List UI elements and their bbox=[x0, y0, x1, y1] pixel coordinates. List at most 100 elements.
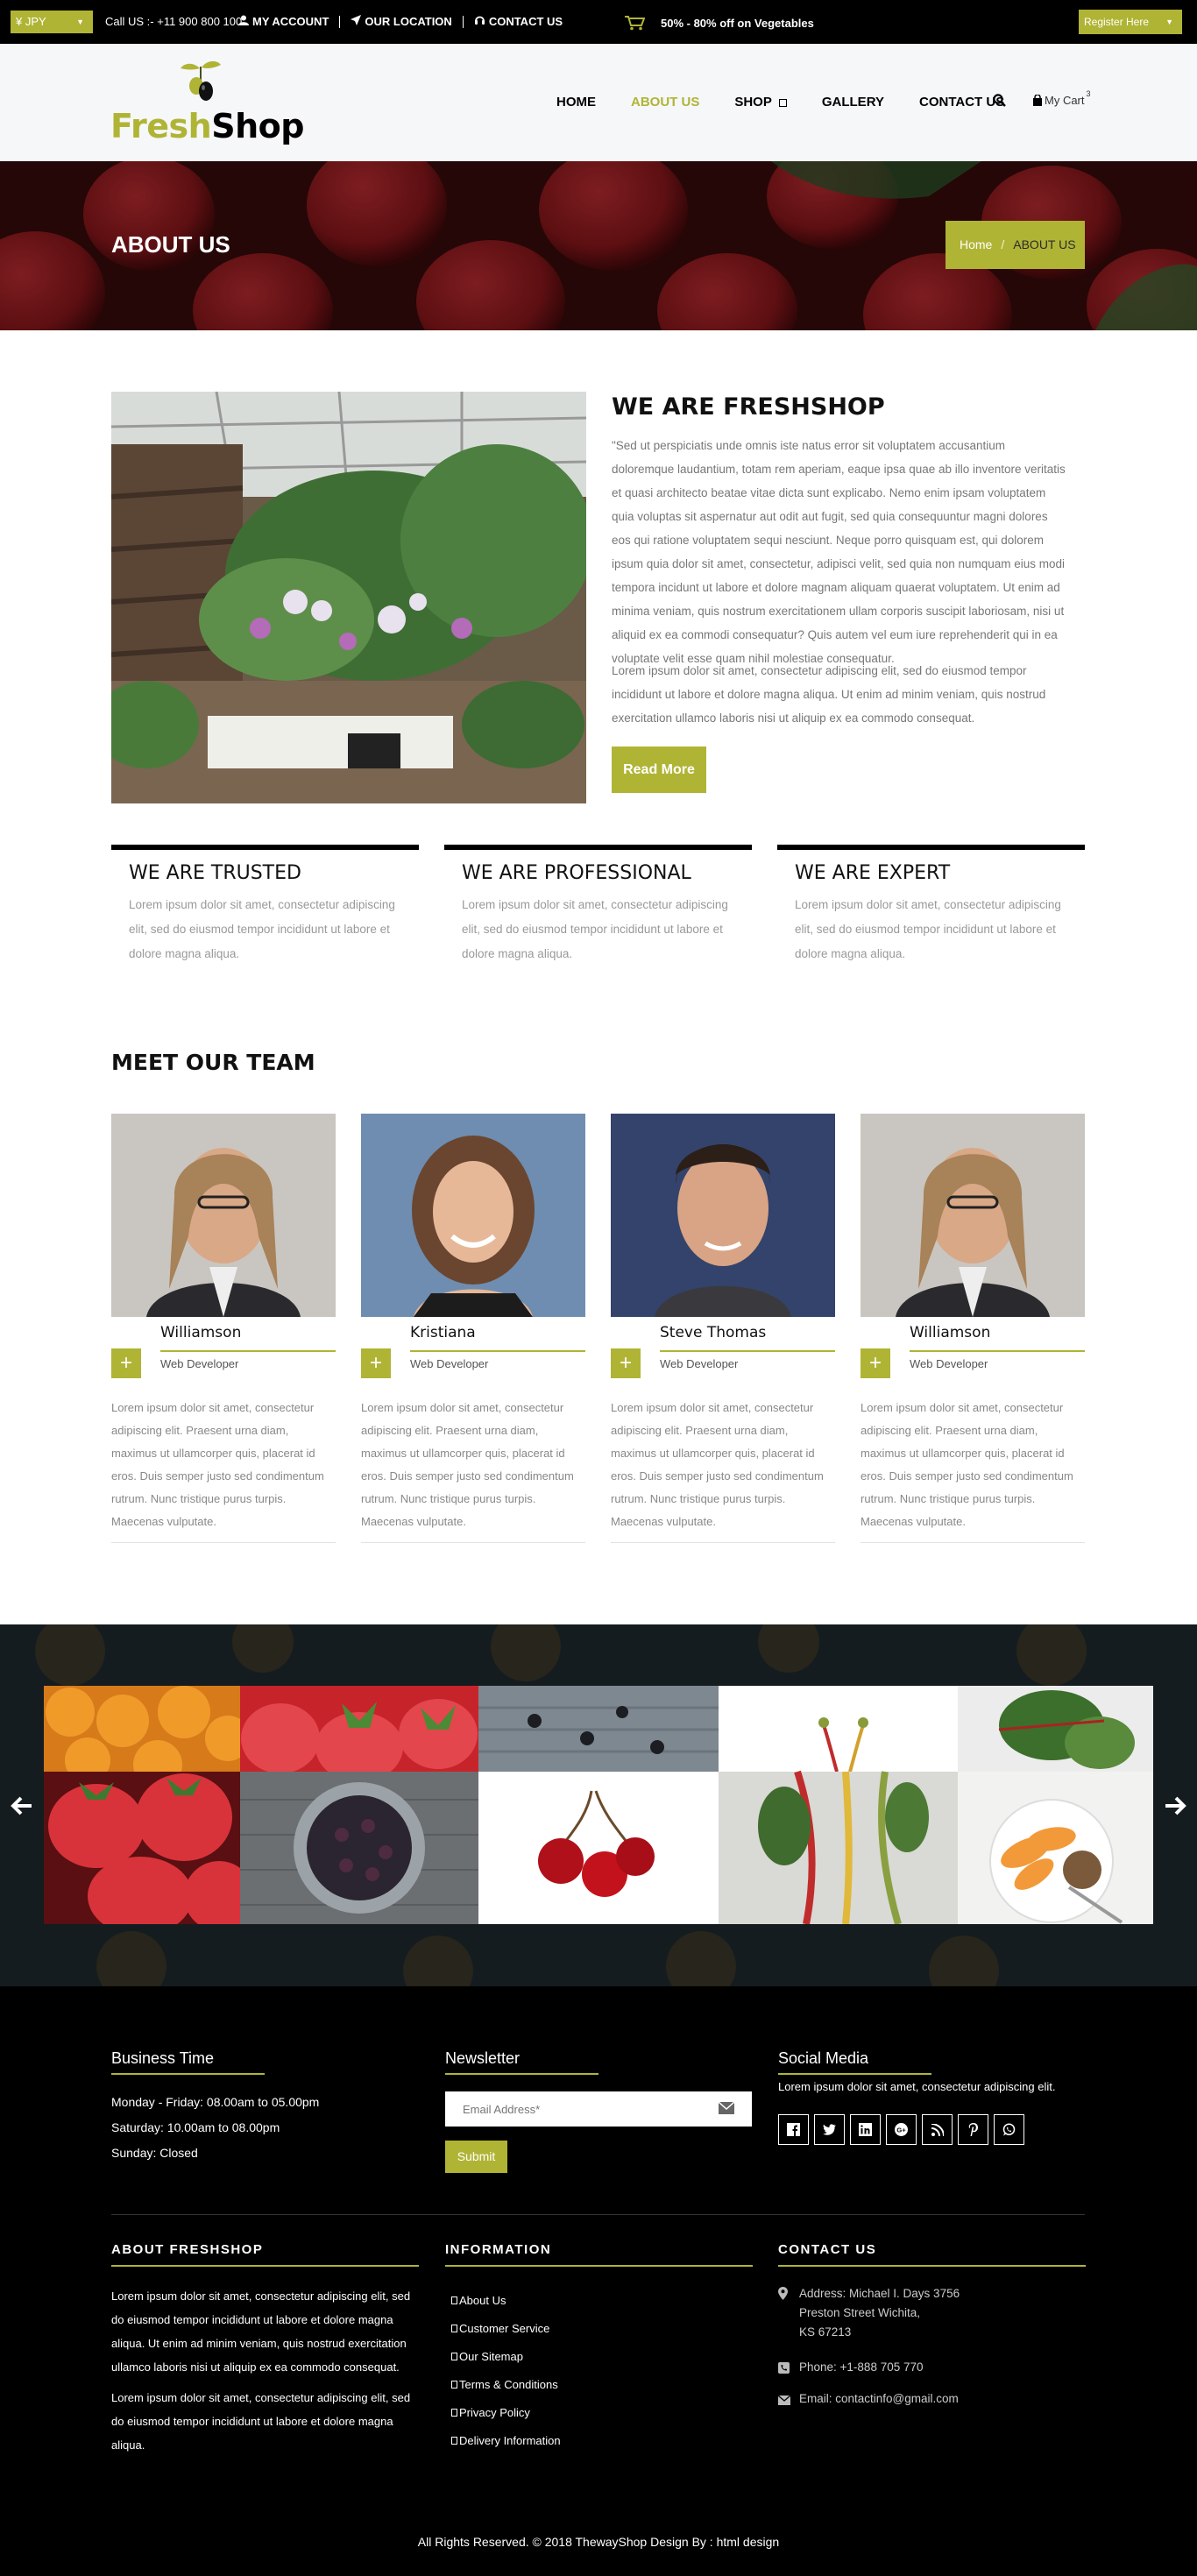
info-link-about-us[interactable]: About Us bbox=[451, 2286, 561, 2314]
our-location-link[interactable]: OUR LOCATION bbox=[351, 15, 452, 28]
nav-about-us[interactable]: ABOUT US bbox=[631, 95, 699, 110]
top-bar: ¥ JPY ▼ Call US :- +11 900 800 100 MY AC… bbox=[0, 0, 1197, 44]
read-more-button[interactable]: Read More bbox=[612, 747, 706, 793]
gallery-tile-strawberries-2 bbox=[240, 1686, 478, 1782]
breadcrumb-current: ABOUT US bbox=[1013, 237, 1076, 251]
gallery-tile-berries-plate bbox=[240, 1772, 478, 1924]
promo-ticker: 50% - 80% off on Vegetables bbox=[624, 15, 814, 31]
divider bbox=[339, 15, 341, 28]
info-link-privacy-policy[interactable]: Privacy Policy bbox=[451, 2398, 561, 2426]
social-text: Lorem ipsum dolor sit amet, consectetur … bbox=[778, 2080, 1056, 2093]
dropdown-icon bbox=[778, 98, 787, 107]
add-icon[interactable]: + bbox=[861, 1348, 890, 1378]
footer-divider bbox=[111, 2214, 1085, 2215]
pinterest-icon[interactable] bbox=[958, 2114, 988, 2145]
page-banner: ABOUT US Home / ABOUT US bbox=[0, 161, 1197, 330]
member-bio: Lorem ipsum dolor sit amet, consectetur … bbox=[361, 1401, 574, 1528]
nav-shop[interactable]: SHOP bbox=[734, 95, 787, 110]
feature-title: WE ARE PROFESSIONAL bbox=[462, 862, 691, 884]
newsletter-submit-button[interactable]: Submit bbox=[445, 2141, 507, 2173]
member-photo bbox=[611, 1114, 835, 1317]
about-title: WE ARE FRESHSHOP bbox=[612, 393, 885, 421]
newsletter-email-input[interactable] bbox=[445, 2091, 752, 2127]
about-freshshop-title: ABOUT FRESHSHOP bbox=[111, 2242, 419, 2267]
google-plus-icon[interactable]: G+ bbox=[886, 2114, 917, 2145]
info-link-our-sitemap[interactable]: Our Sitemap bbox=[451, 2342, 561, 2370]
member-bio: Lorem ipsum dolor sit amet, consectetur … bbox=[111, 1401, 324, 1528]
gallery-tile-bowl bbox=[958, 1772, 1153, 1924]
gallery-tile-cherries bbox=[478, 1772, 719, 1924]
cart-button[interactable]: My Cart 3 bbox=[1032, 89, 1091, 107]
gallery-tile-chard bbox=[719, 1770, 958, 1924]
logo[interactable]: FreshShop bbox=[110, 60, 304, 147]
info-link-terms[interactable]: Terms & Conditions bbox=[451, 2370, 561, 2398]
top-links: MY ACCOUNT OUR LOCATION CONTACT US bbox=[238, 15, 563, 28]
add-icon[interactable]: + bbox=[111, 1348, 141, 1378]
envelope-icon bbox=[777, 2389, 799, 2411]
feature-title: WE ARE EXPERT bbox=[795, 862, 951, 884]
twitter-icon[interactable] bbox=[814, 2114, 845, 2145]
gallery-next-arrow-icon[interactable] bbox=[1164, 1794, 1186, 1817]
divider bbox=[462, 15, 464, 28]
team-title: MEET OUR TEAM bbox=[111, 1050, 315, 1075]
our-location-label: OUR LOCATION bbox=[365, 15, 452, 28]
contact-phone: Phone: +1-888 705 770 bbox=[778, 2358, 924, 2380]
info-link-customer-service[interactable]: Customer Service bbox=[451, 2314, 561, 2342]
call-us-text: Call US :- +11 900 800 100 bbox=[105, 15, 243, 28]
site-header: FreshShop HOME ABOUT US SHOP GALLERY CON… bbox=[0, 44, 1197, 161]
shopping-bag-icon bbox=[1033, 95, 1042, 106]
whatsapp-icon[interactable] bbox=[994, 2114, 1024, 2145]
information-title: INFORMATION bbox=[445, 2242, 753, 2267]
register-label: Register Here bbox=[1084, 16, 1150, 28]
my-account-link[interactable]: MY ACCOUNT bbox=[238, 15, 329, 28]
logo-text: FreshShop bbox=[110, 107, 304, 145]
add-icon[interactable]: + bbox=[361, 1348, 391, 1378]
gallery-prev-arrow-icon[interactable] bbox=[11, 1794, 33, 1817]
facebook-icon[interactable] bbox=[778, 2114, 809, 2145]
social-media-title: Social Media bbox=[778, 2049, 932, 2075]
nav-gallery[interactable]: GALLERY bbox=[822, 95, 884, 110]
contact-us-title: CONTACT US bbox=[778, 2242, 1086, 2267]
phone-text: Phone: +1-888 705 770 bbox=[799, 2360, 924, 2374]
member-photo bbox=[361, 1114, 585, 1317]
add-icon[interactable]: + bbox=[611, 1348, 641, 1378]
info-link-label: Privacy Policy bbox=[459, 2405, 530, 2419]
olive-logo-icon bbox=[181, 60, 221, 101]
address-line-3: KS 67213 bbox=[799, 2325, 852, 2339]
my-account-label: MY ACCOUNT bbox=[252, 15, 329, 28]
site-footer: Business Time Monday - Friday: 08.00am t… bbox=[0, 1986, 1197, 2576]
member-role: Web Developer bbox=[410, 1357, 489, 1370]
member-role: Web Developer bbox=[660, 1357, 739, 1370]
feature-text: Lorem ipsum dolor sit amet, consectetur … bbox=[462, 898, 728, 960]
hours-weekday: Monday - Friday: 08.00am to 05.00pm bbox=[111, 2095, 320, 2109]
linkedin-icon[interactable] bbox=[850, 2114, 881, 2145]
register-select[interactable]: Register Here ▼ bbox=[1079, 10, 1182, 34]
info-link-delivery-information[interactable]: Delivery Information bbox=[451, 2426, 561, 2454]
nav-contact-us[interactable]: CONTACT US bbox=[919, 95, 1004, 110]
square-icon bbox=[451, 2408, 457, 2417]
hours-sunday: Sunday: Closed bbox=[111, 2146, 198, 2160]
member-role: Web Developer bbox=[160, 1357, 239, 1370]
contact-email: Email: contactinfo@gmail.com bbox=[777, 2389, 959, 2411]
address-line-2: Preston Street Wichita, bbox=[799, 2306, 921, 2319]
square-icon bbox=[451, 2296, 457, 2304]
breadcrumb-home[interactable]: Home bbox=[960, 221, 992, 269]
rss-icon[interactable] bbox=[922, 2114, 953, 2145]
phone-icon bbox=[778, 2358, 799, 2380]
envelope-icon bbox=[719, 2102, 734, 2114]
contact-us-link[interactable]: CONTACT US bbox=[474, 15, 563, 28]
currency-select[interactable]: ¥ JPY ▼ bbox=[11, 11, 93, 33]
about-paragraph-2: Lorem ipsum dolor sit amet, consectetur … bbox=[612, 664, 1046, 725]
page-title: ABOUT US bbox=[111, 231, 230, 258]
headset-icon bbox=[474, 15, 485, 28]
member-bio: Lorem ipsum dolor sit amet, consectetur … bbox=[611, 1401, 824, 1528]
logo-fresh: Fresh bbox=[110, 107, 212, 145]
user-icon bbox=[238, 15, 249, 28]
nav-home[interactable]: HOME bbox=[556, 95, 596, 110]
cart-count: 3 bbox=[1086, 88, 1091, 98]
promo-text: 50% - 80% off on Vegetables bbox=[661, 16, 814, 30]
chevron-down-icon: ▼ bbox=[1165, 18, 1173, 26]
search-icon[interactable] bbox=[993, 94, 1006, 111]
email-text: Email: contactinfo@gmail.com bbox=[799, 2392, 959, 2405]
feature-expert: WE ARE EXPERT Lorem ipsum dolor sit amet… bbox=[777, 845, 1085, 966]
